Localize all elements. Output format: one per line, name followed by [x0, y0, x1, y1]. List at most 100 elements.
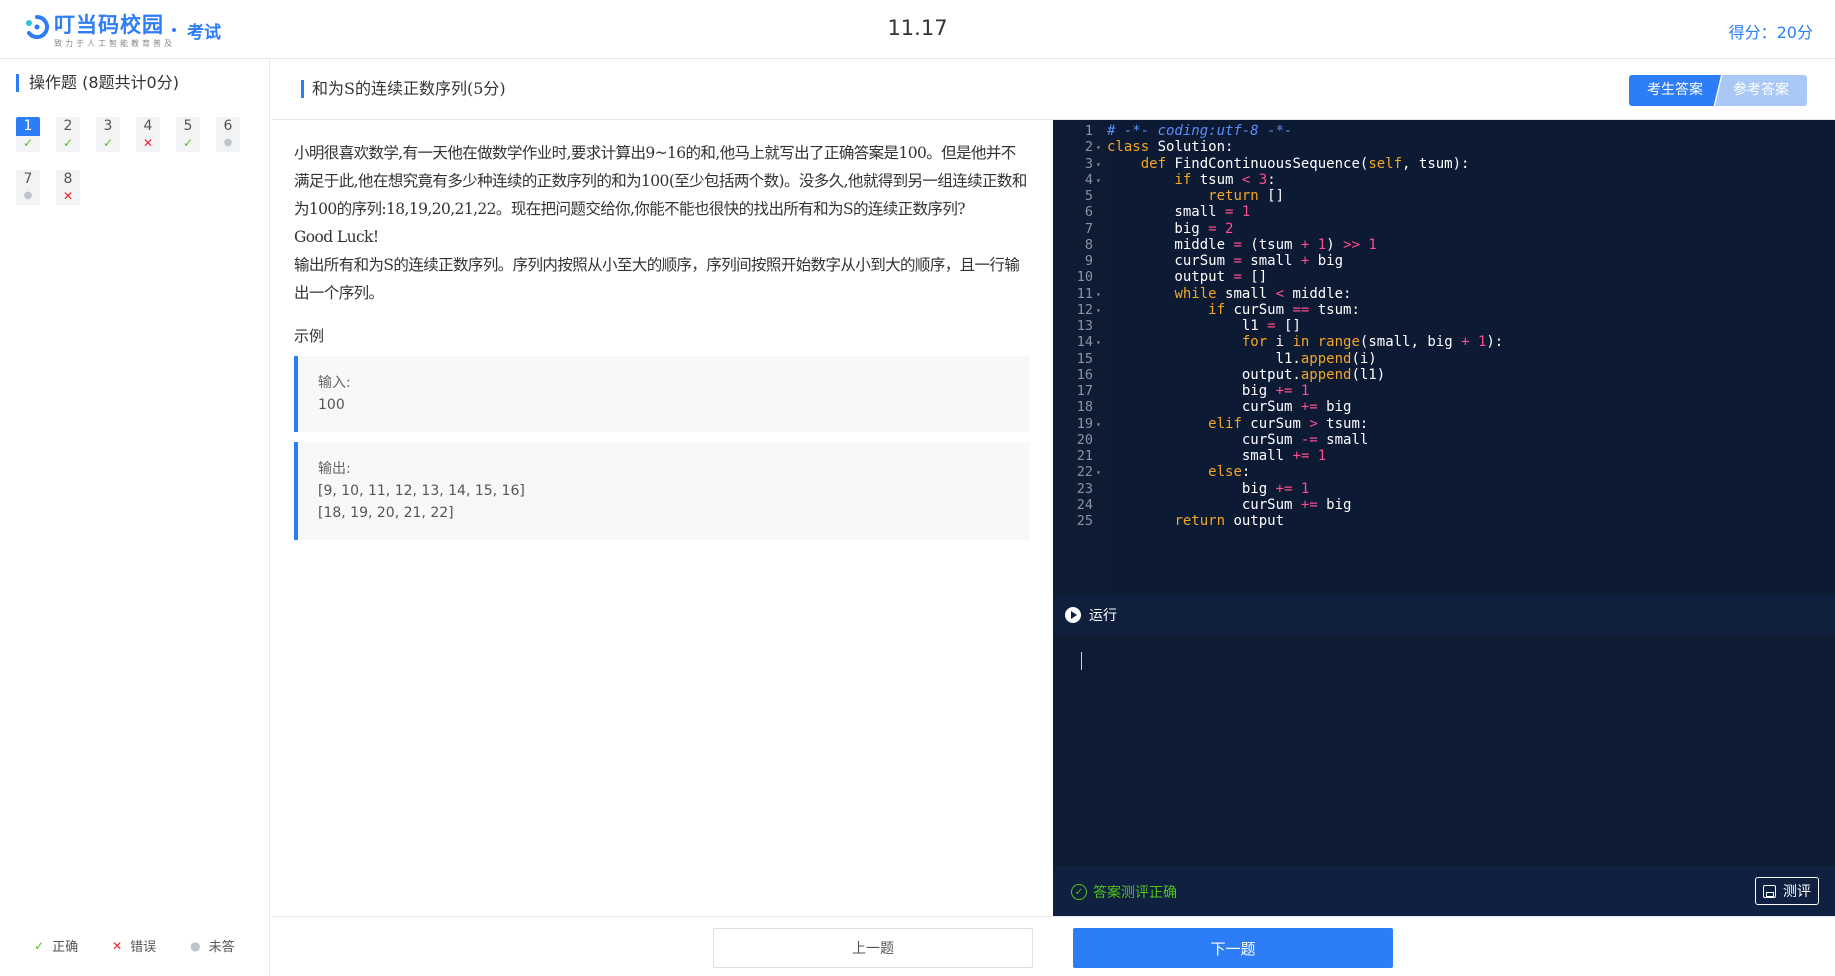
tab-reference-answer[interactable]: 参考答案 [1715, 75, 1807, 106]
test-button[interactable]: 测评 [1755, 877, 1819, 905]
code-token: += [1292, 448, 1310, 464]
code-token: if [1174, 171, 1192, 188]
code-token: >> [1343, 236, 1360, 253]
code-editor[interactable]: 1 2 ▾ 3 ▾ 4 ▾ 5 6 7 8 9 10 11 ▾ 12 ▾ 13 14 ▾ 15 16 17 18 19 ▾ 20 21… [1053, 120, 1835, 595]
check-icon: ✓ [102, 136, 114, 150]
question-number: 7 [23, 171, 33, 187]
question-number: 3 [103, 118, 113, 134]
fold-toggle-icon[interactable]: ▾ [1096, 415, 1104, 434]
fold-toggle-icon[interactable]: ▾ [1096, 463, 1104, 482]
code-token: big [1317, 399, 1352, 416]
example-input-label: 输入: [318, 375, 351, 391]
tab-student-answer[interactable]: 考生答案 [1629, 75, 1721, 106]
check-icon: ✓ [22, 136, 34, 150]
question-nav-item[interactable]: 1 ✓ [16, 117, 40, 152]
code-token: output [1107, 269, 1234, 286]
question-nav-item[interactable]: 5 ✓ [176, 117, 200, 152]
code-token: curSum [1241, 415, 1310, 432]
dot-icon: ● [190, 938, 201, 953]
cross-icon: ✕ [62, 189, 74, 203]
logo-slogan: 致力于人工智能教育普及 [54, 39, 175, 48]
output-console[interactable] [1053, 635, 1835, 866]
code-token: = [1233, 269, 1242, 286]
next-question-button[interactable]: 下一题 [1073, 928, 1393, 968]
code-token: middle [1107, 236, 1234, 253]
code-area[interactable]: # -*- coding:utf-8 -*- class Solution: de… [1105, 120, 1835, 595]
problem-panel: 小明很喜欢数学,有一天他在做数学作业时,要求计算出9~16的和,他马上就写出了正… [271, 121, 1053, 916]
code-token: class [1107, 139, 1150, 156]
prev-question-button[interactable]: 上一题 [713, 928, 1033, 968]
code-token: += [1300, 399, 1318, 416]
question-nav-item[interactable]: 7 ● [16, 170, 40, 205]
code-token: append [1300, 366, 1352, 383]
code-token: output. [1107, 366, 1301, 383]
example-input-box: 输入: 100 [294, 356, 1030, 432]
code-token: small [1241, 253, 1301, 269]
code-token: -= [1300, 431, 1318, 448]
question-nav-item[interactable]: 8 ✕ [56, 170, 80, 205]
score-display: 得分：20分 [1728, 23, 1813, 42]
logo[interactable]: 叮当码校园 致力于人工智能教育普及 [24, 12, 175, 52]
code-token: range [1317, 334, 1360, 351]
code-token: middle: [1284, 285, 1352, 302]
code-token: : [1267, 171, 1276, 188]
run-button[interactable]: 运行 [1053, 595, 1835, 635]
code-token: (small, big [1359, 334, 1462, 351]
play-icon [1065, 607, 1081, 623]
cross-icon: ✕ [142, 136, 154, 150]
code-token: 1 [1317, 448, 1327, 464]
result-status: ✓ 答案测评正确 [1071, 882, 1177, 902]
exam-title: 11.17 [887, 16, 948, 40]
code-token: return [1208, 188, 1259, 204]
question-sidebar: 操作题 (8题共计0分) 1 ✓ 2 ✓ 3 ✓ 4 ✕ 5 ✓ 6 ● 7 ● 8 ✕ ✓ 正确 ✕ 错误 … [0, 60, 270, 976]
code-token: curSum [1107, 253, 1234, 269]
fold-toggle-icon[interactable]: ▾ [1096, 171, 1104, 190]
answer-tabs: 考生答案 参考答案 [1629, 75, 1807, 106]
code-token: tsum: [1317, 415, 1369, 432]
code-token: 2 [1225, 220, 1234, 237]
code-token: l1. [1107, 350, 1301, 367]
question-nav-item[interactable]: 4 ✕ [136, 117, 160, 152]
code-token: def [1140, 155, 1167, 172]
code-token: big [1107, 220, 1209, 237]
question-number: 4 [143, 118, 153, 134]
legend-correct-label: 正确 [52, 940, 79, 955]
code-token: big [1107, 383, 1276, 399]
section-title: 操作题 (8题共计0分) [16, 74, 179, 92]
code-token: elif [1208, 415, 1242, 432]
code-token: , tsum): [1402, 155, 1470, 172]
code-token: curSum [1107, 399, 1301, 416]
legend-wrong-label: 错误 [130, 940, 157, 955]
legend-correct: ✓ 正确 [34, 936, 79, 956]
code-token: big [1309, 253, 1344, 269]
code-token: for [1241, 334, 1268, 351]
line-number: 25 [1076, 513, 1093, 529]
question-nav-item[interactable]: 6 ● [216, 117, 240, 152]
check-circle-icon: ✓ [1071, 884, 1087, 900]
code-token: 1 [1368, 236, 1377, 253]
status-legend: ✓ 正确 ✕ 错误 ● 未答 [34, 936, 269, 956]
code-token: tsum [1191, 171, 1242, 188]
fold-toggle-icon[interactable]: ▾ [1096, 301, 1104, 320]
code-token: : [1241, 464, 1251, 481]
question-number: 2 [63, 118, 73, 134]
question-number: 8 [63, 171, 73, 187]
question-nav-item[interactable]: 3 ✓ [96, 117, 120, 152]
code-token: big [1107, 480, 1276, 497]
code-token: if [1208, 301, 1226, 318]
question-nav-item[interactable]: 2 ✓ [56, 117, 80, 152]
description-paragraph: 小明很喜欢数学,有一天他在做数学作业时,要求计算出9~16的和,他马上就写出了正… [294, 144, 1027, 218]
code-token: 1 [1300, 480, 1310, 497]
fold-toggle-icon[interactable]: ▾ [1096, 333, 1104, 352]
example-output-line: [9, 10, 11, 12, 13, 14, 15, 16] [318, 483, 525, 499]
dot-icon: ● [223, 137, 233, 148]
footer-nav: 上一题 下一题 [271, 916, 1835, 976]
code-token: += [1275, 480, 1293, 497]
